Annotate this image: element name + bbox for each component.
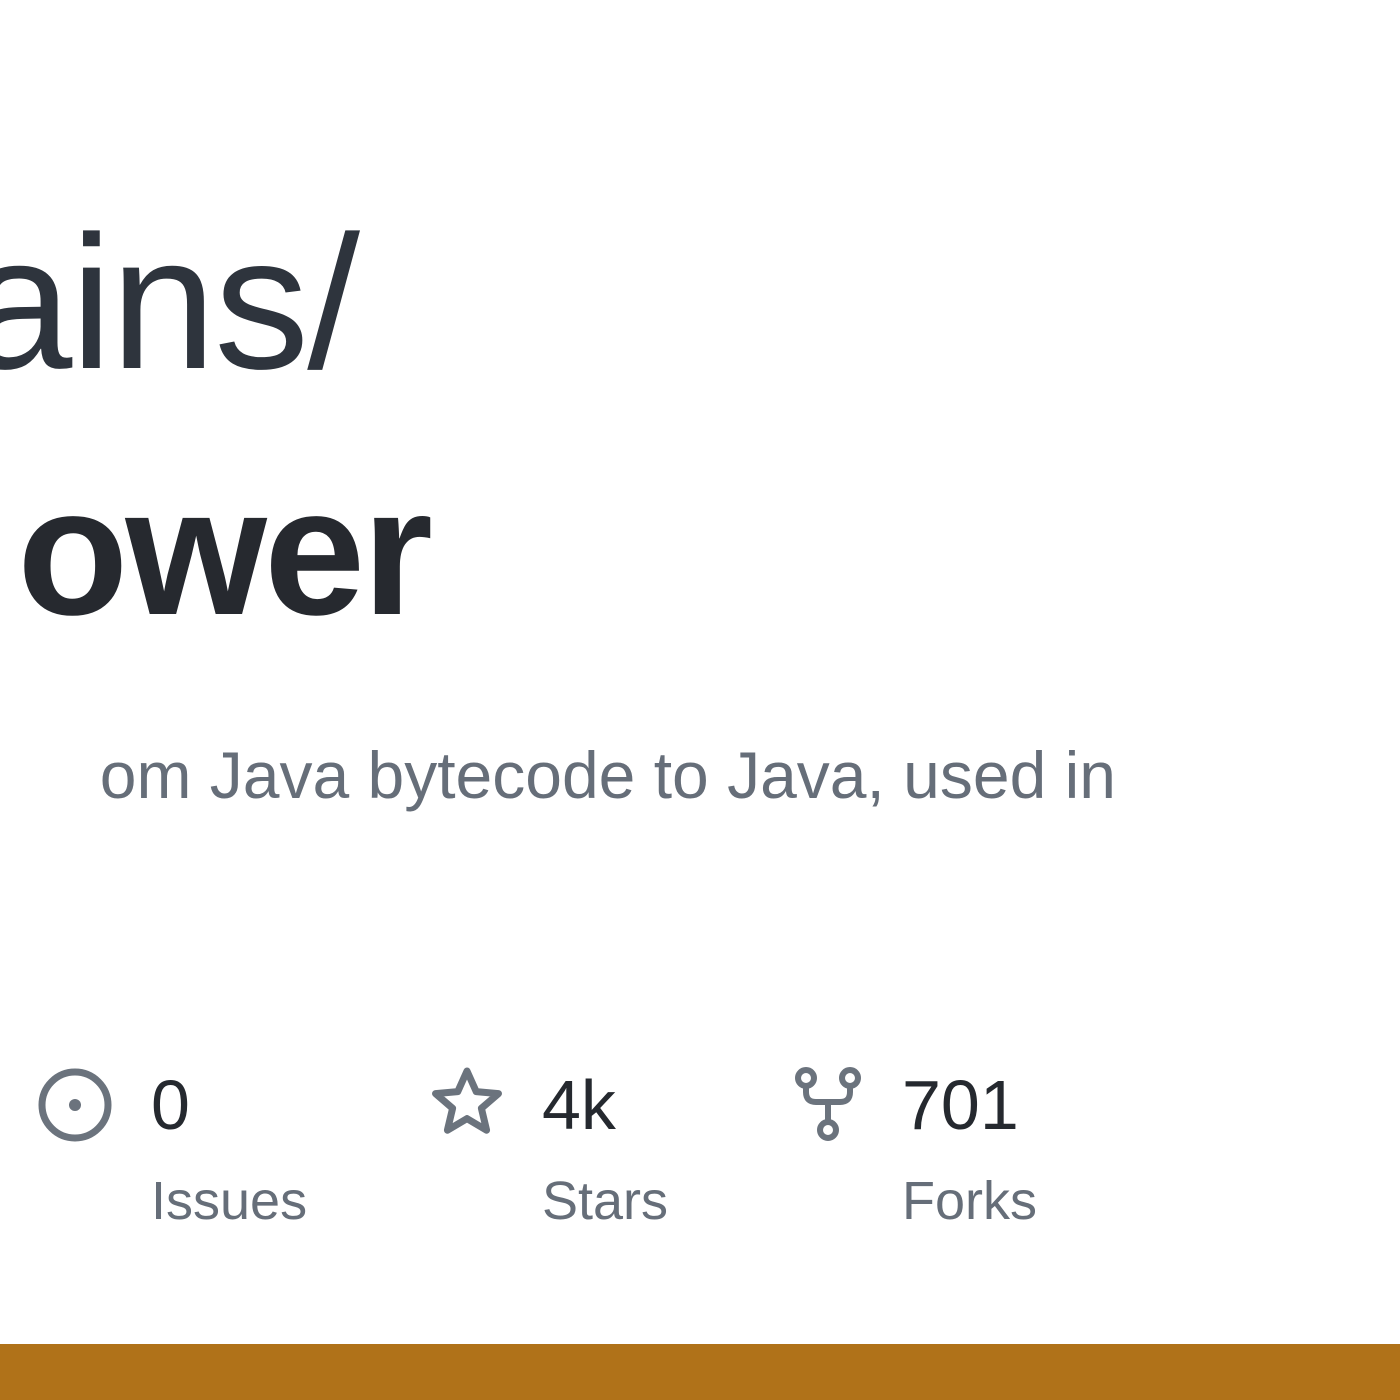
language-bar <box>0 1344 1400 1400</box>
forks-count: 701 <box>902 1066 1019 1144</box>
stars-count: 4k <box>542 1066 616 1144</box>
forks-label: Forks <box>902 1171 1037 1231</box>
stars-label: Stars <box>542 1171 669 1231</box>
issues-count: 0 <box>151 1066 190 1144</box>
forks-stat[interactable]: 701 Forks <box>795 1066 1095 1246</box>
issues-label: Issues <box>151 1171 308 1231</box>
star-icon <box>432 1067 502 1134</box>
stars-stat[interactable]: 4k Stars <box>430 1066 750 1246</box>
repo-social-card: ains/ ower om Java bytecode to Java, use… <box>0 0 1400 1400</box>
repo-description: om Java bytecode to Java, used in <box>99 738 1116 812</box>
repo-owner[interactable]: ains/ <box>0 208 360 398</box>
repo-name[interactable]: ower <box>17 460 433 642</box>
issue-opened-icon <box>38 1068 112 1142</box>
issues-stat[interactable]: 0 Issues <box>36 1066 356 1246</box>
repo-forked-icon <box>795 1067 861 1141</box>
